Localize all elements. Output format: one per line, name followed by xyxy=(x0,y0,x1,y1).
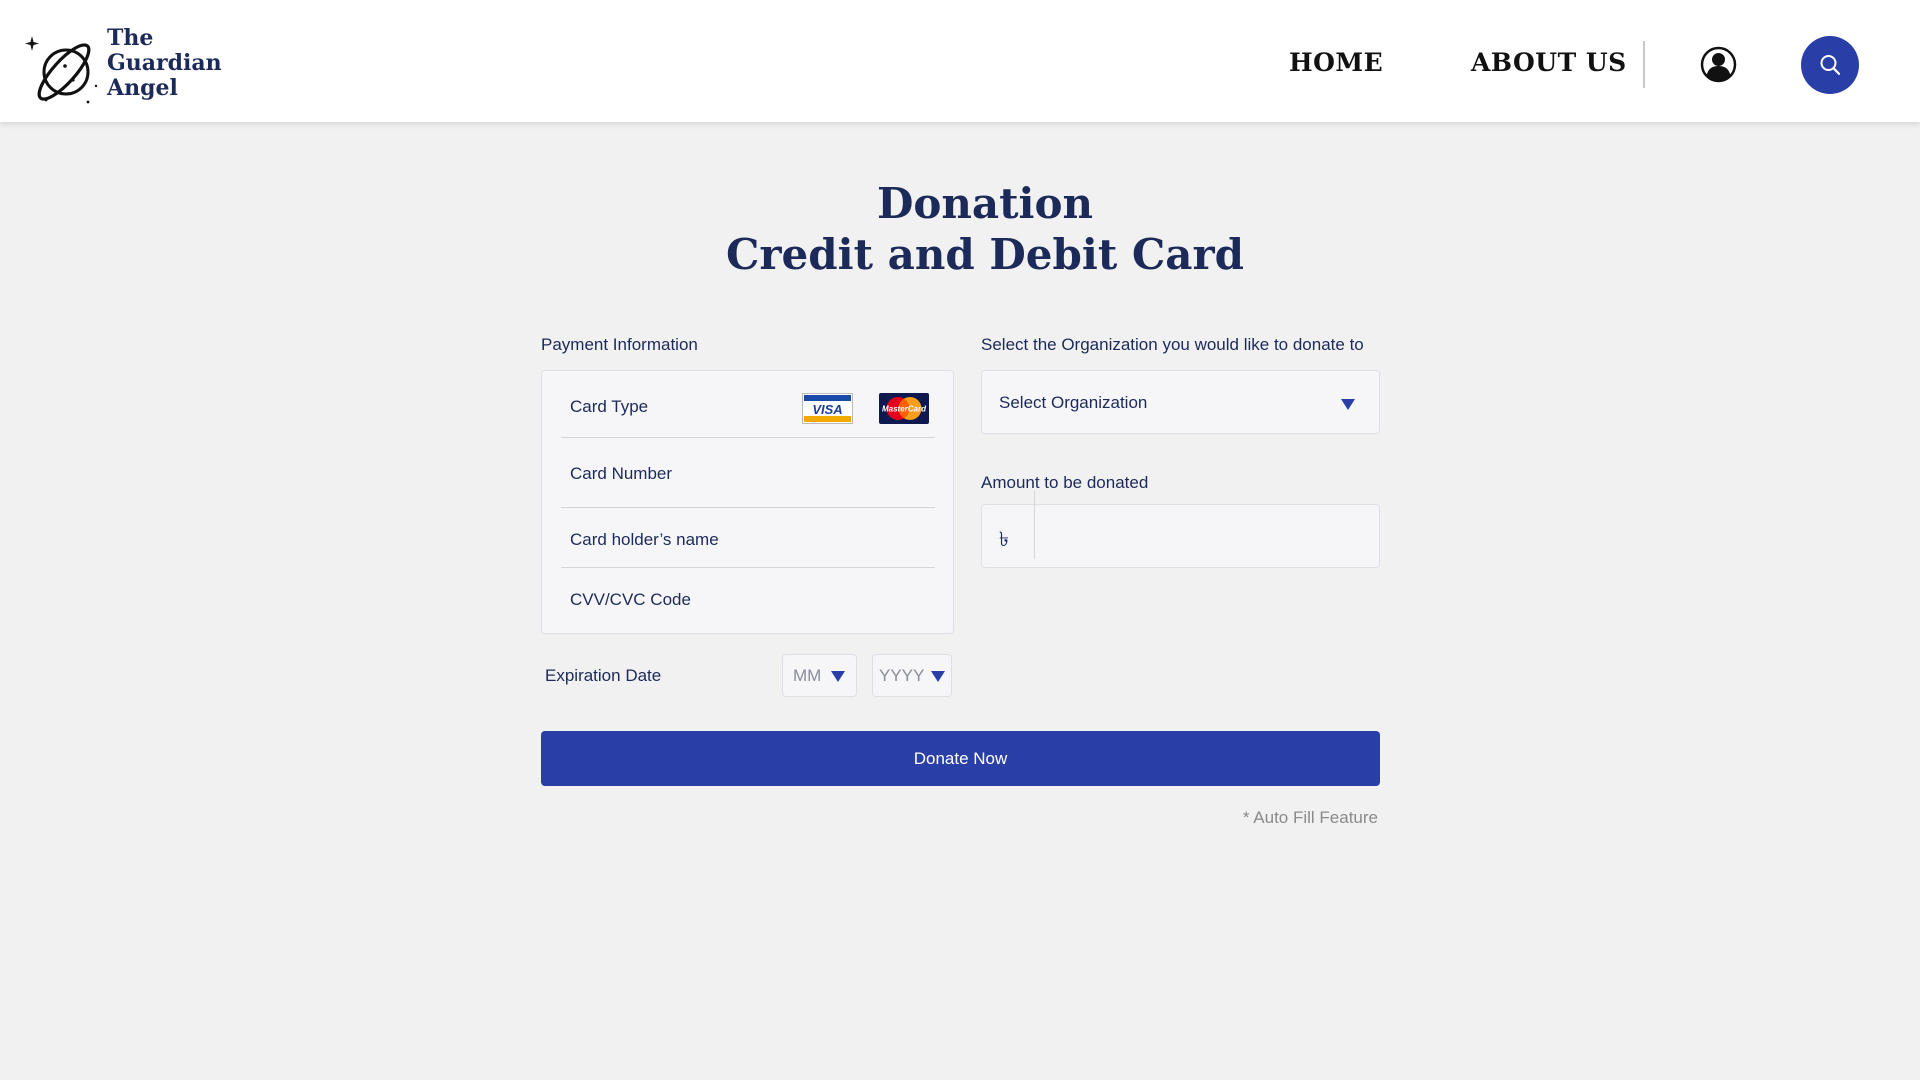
chevron-down-icon xyxy=(1341,399,1355,410)
chevron-down-icon xyxy=(831,671,845,682)
amount-field: ৳ xyxy=(981,491,1380,568)
search-icon xyxy=(1820,55,1841,75)
page-title: Donation Credit and Debit Card xyxy=(0,178,1920,280)
cvv-code-field[interactable]: CVV/CVC Code xyxy=(570,590,691,610)
amount-input[interactable] xyxy=(1042,513,1372,559)
brand-name-line1: The xyxy=(107,25,154,51)
card-number-field[interactable]: Card Number xyxy=(570,464,672,484)
organization-label: Select the Organization you would like t… xyxy=(981,335,1364,354)
expiration-month-select[interactable]: MM xyxy=(782,654,857,697)
card-holder-name-field[interactable]: Card holder’s name xyxy=(570,530,719,550)
expiration-month-placeholder: MM xyxy=(793,665,822,685)
expiration-year-select[interactable]: YYYY xyxy=(872,654,952,697)
user-profile-icon[interactable] xyxy=(1700,46,1737,83)
brand-name-line3: Angel xyxy=(107,75,178,101)
visa-logo-text: VISA xyxy=(812,402,842,417)
page-title-line2: Credit and Debit Card xyxy=(726,230,1244,279)
amount-label: Amount to be donated xyxy=(981,473,1149,492)
auto-fill-note[interactable]: * Auto Fill Feature xyxy=(1100,808,1378,828)
payment-card-panel: Card Type VISA MasterCard Card Number Ca… xyxy=(541,370,954,634)
nav-divider xyxy=(1643,41,1645,88)
card-row-divider xyxy=(561,437,935,438)
top-navbar: The Guardian Angel HOME ABOUT US xyxy=(0,0,1920,122)
donate-now-button[interactable]: Donate Now xyxy=(541,731,1380,786)
currency-divider xyxy=(1034,491,1035,559)
mastercard-logo-text: MasterCard xyxy=(882,405,927,414)
search-button[interactable] xyxy=(1801,36,1859,94)
nav-home-link[interactable]: HOME xyxy=(1289,48,1383,77)
brand-logo[interactable]: The Guardian Angel xyxy=(24,26,222,106)
brand-name-line2: Guardian xyxy=(107,50,222,76)
mastercard-card-option[interactable]: MasterCard xyxy=(879,393,929,424)
card-row-divider xyxy=(561,567,935,568)
expiration-date-label: Expiration Date xyxy=(545,666,662,685)
nav-about-link[interactable]: ABOUT US xyxy=(1471,48,1627,77)
card-row-divider xyxy=(561,507,935,508)
organization-selected-value: Select Organization xyxy=(999,393,1148,412)
expiration-year-placeholder: YYYY xyxy=(879,665,925,685)
page-title-line1: Donation xyxy=(876,179,1094,228)
brand-name: The Guardian Angel xyxy=(107,26,222,101)
currency-symbol: ৳ xyxy=(999,529,1009,551)
visa-card-option[interactable]: VISA xyxy=(802,393,853,424)
planet-logo-icon xyxy=(25,36,98,104)
card-type-label: Card Type xyxy=(570,397,649,416)
organization-select[interactable]: Select Organization xyxy=(981,370,1380,434)
payment-info-label: Payment Information xyxy=(541,335,698,354)
chevron-down-icon xyxy=(931,671,945,682)
